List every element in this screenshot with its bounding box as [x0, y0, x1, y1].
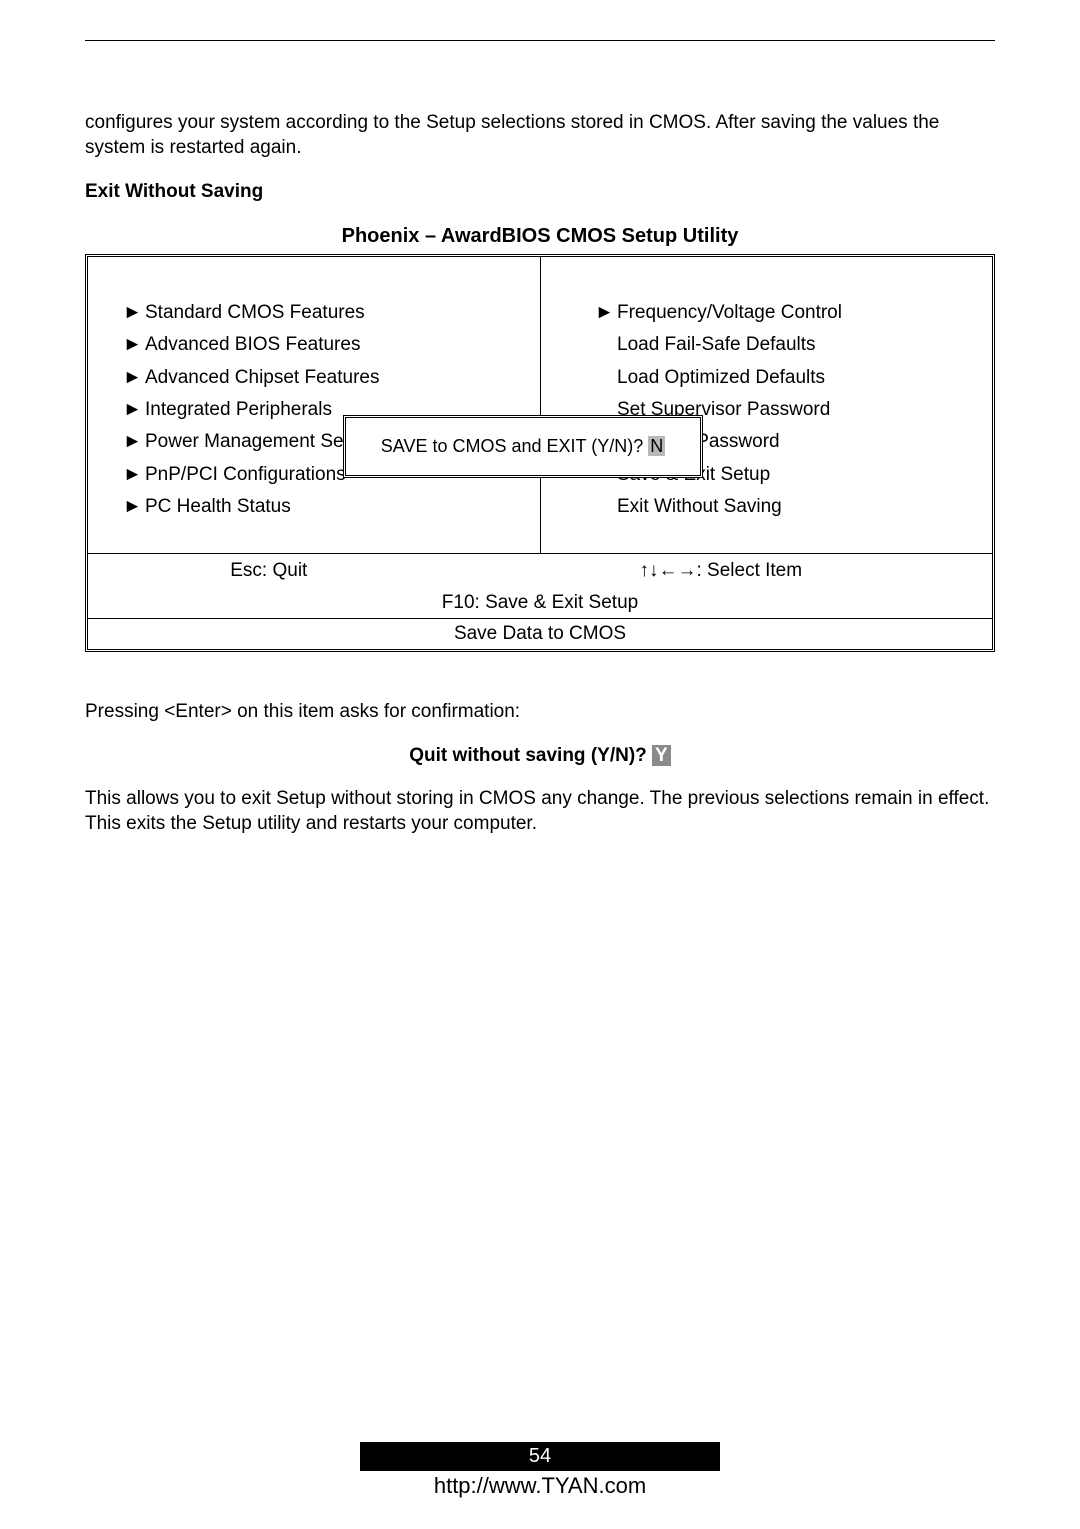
esc-quit-label: Esc: Quit [88, 560, 450, 582]
play-icon: ► [123, 459, 145, 491]
save-data-label: Save Data to CMOS [88, 619, 992, 649]
arrow-select-label: ↑↓←→: Select Item [450, 560, 992, 582]
play-icon: ► [123, 329, 145, 361]
menu-label: Advanced Chipset Features [145, 362, 379, 394]
menu-item-freq-voltage[interactable]: ►Frequency/Voltage Control [595, 297, 992, 329]
menu-item-load-failsafe[interactable]: Load Fail-Safe Defaults [595, 329, 992, 361]
bios-left-column: ►Standard CMOS Features ►Advanced BIOS F… [88, 257, 540, 553]
bios-title: Phoenix – AwardBIOS CMOS Setup Utility [85, 225, 995, 248]
footer-url: http://www.TYAN.com [0, 1473, 1080, 1499]
menu-label: Standard CMOS Features [145, 297, 365, 329]
popup-text: SAVE to CMOS and EXIT (Y/N)? [381, 436, 648, 456]
vertical-divider [540, 257, 541, 553]
menu-label: Advanced BIOS Features [145, 329, 360, 361]
play-icon: ► [123, 394, 145, 426]
menu-label: PC Health Status [145, 491, 291, 523]
quit-answer: Y [652, 745, 671, 766]
top-rule [85, 40, 995, 41]
save-confirmation-popup: SAVE to CMOS and EXIT (Y/N)? N [343, 415, 703, 478]
bios-setup-box: ►Standard CMOS Features ►Advanced BIOS F… [85, 254, 995, 652]
play-icon: ► [123, 491, 145, 523]
play-icon: ► [595, 297, 617, 329]
menu-label: Integrated Peripherals [145, 394, 332, 426]
popup-answer[interactable]: N [648, 436, 665, 456]
menu-item-advanced-chipset[interactable]: ►Advanced Chipset Features [123, 362, 540, 394]
quit-prompt-line: Quit without saving (Y/N)? Y [85, 745, 995, 767]
menu-item-standard-cmos[interactable]: ►Standard CMOS Features [123, 297, 540, 329]
menu-item-pc-health[interactable]: ►PC Health Status [123, 491, 540, 523]
quit-prompt-text: Quit without saving (Y/N)? [409, 745, 652, 766]
page-number: 54 [360, 1442, 720, 1471]
play-icon: ► [123, 426, 145, 458]
play-icon: ► [123, 297, 145, 329]
menu-item-load-optimized[interactable]: Load Optimized Defaults [595, 362, 992, 394]
page-footer: 54 http://www.TYAN.com [0, 1442, 1080, 1499]
menu-label: Power Management Setup [145, 426, 370, 458]
bios-menu-area: ►Standard CMOS Features ►Advanced BIOS F… [88, 257, 992, 553]
menu-label: Exit Without Saving [617, 491, 782, 523]
confirmation-paragraph: Pressing <Enter> on this item asks for c… [85, 700, 995, 725]
menu-item-advanced-bios[interactable]: ►Advanced BIOS Features [123, 329, 540, 361]
bios-right-column: ►Frequency/Voltage Control Load Fail-Saf… [540, 257, 992, 553]
menu-label: Frequency/Voltage Control [617, 297, 842, 329]
menu-label: PnP/PCI Configurations [145, 459, 346, 491]
explanation-paragraph: This allows you to exit Setup without st… [85, 787, 995, 836]
f10-label: F10: Save & Exit Setup [88, 588, 992, 618]
menu-label: Load Fail-Safe Defaults [617, 329, 816, 361]
intro-paragraph: configures your system according to the … [85, 111, 995, 160]
bios-keys-row: Esc: Quit ↑↓←→: Select Item [88, 554, 992, 588]
menu-item-exit-without-saving[interactable]: Exit Without Saving [595, 491, 992, 523]
menu-label: Load Optimized Defaults [617, 362, 825, 394]
section-heading: Exit Without Saving [85, 180, 995, 205]
play-icon: ► [123, 362, 145, 394]
